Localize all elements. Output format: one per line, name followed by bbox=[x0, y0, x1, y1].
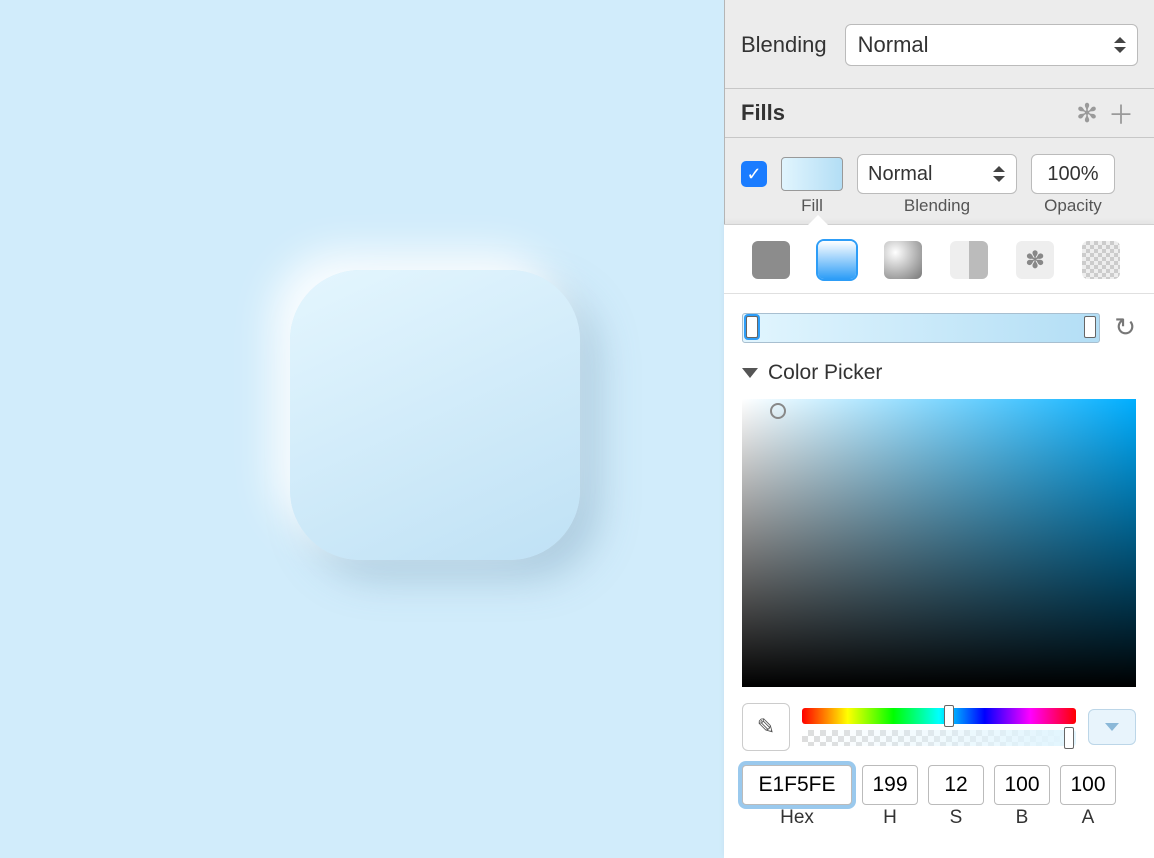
sublabel-blending: Blending bbox=[857, 196, 1017, 216]
gradient-stop-right[interactable] bbox=[1084, 316, 1096, 338]
blending-label: Blending bbox=[741, 32, 827, 58]
sublabel-fill: Fill bbox=[781, 196, 843, 216]
neumorphic-shape[interactable] bbox=[290, 270, 580, 560]
plus-icon[interactable]: ＋ bbox=[1104, 95, 1138, 132]
fills-title: Fills bbox=[741, 100, 1070, 126]
gradient-bar[interactable] bbox=[742, 313, 1100, 343]
blending-row: Blending Normal bbox=[725, 0, 1154, 88]
select-stepper-icon bbox=[1113, 33, 1127, 57]
alpha-slider[interactable] bbox=[802, 730, 1076, 746]
brightness-input[interactable]: 100 bbox=[994, 765, 1050, 805]
color-value-inputs: E1F5FE 199 12 100 100 bbox=[724, 751, 1154, 805]
fill-blend-value: Normal bbox=[868, 163, 932, 186]
fill-opacity-value: 100% bbox=[1047, 163, 1098, 186]
color-picker-header[interactable]: Color Picker bbox=[724, 351, 1154, 395]
fill-type-radial-icon[interactable] bbox=[884, 241, 922, 279]
rotate-gradient-icon[interactable]: ↻ bbox=[1114, 312, 1136, 343]
blending-select-value: Normal bbox=[858, 32, 929, 58]
gradient-stop-left[interactable] bbox=[746, 316, 758, 338]
fill-blend-select[interactable]: Normal bbox=[857, 154, 1017, 194]
blending-select[interactable]: Normal bbox=[845, 24, 1138, 66]
design-canvas[interactable] bbox=[0, 0, 724, 858]
color-value-labels: Hex H S B A bbox=[724, 805, 1154, 829]
fill-type-image-icon[interactable]: ✽ bbox=[1016, 241, 1054, 279]
fill-type-linear-icon[interactable] bbox=[818, 241, 856, 279]
fill-type-noise-icon[interactable] bbox=[1082, 241, 1120, 279]
hue-input[interactable]: 199 bbox=[862, 765, 918, 805]
alpha-slider-handle[interactable] bbox=[1064, 727, 1074, 749]
chevron-down-icon bbox=[1105, 723, 1119, 731]
sublabel-opacity: Opacity bbox=[1031, 196, 1115, 216]
fill-entry-row: ✓ Normal 100% bbox=[725, 138, 1154, 194]
fill-opacity-input[interactable]: 100% bbox=[1031, 154, 1115, 194]
hue-slider[interactable] bbox=[802, 708, 1076, 724]
s-label: S bbox=[928, 807, 984, 829]
alpha-input[interactable]: 100 bbox=[1060, 765, 1116, 805]
disclosure-triangle-icon bbox=[742, 368, 758, 378]
fills-section-header: Fills ✻ ＋ bbox=[725, 88, 1154, 138]
color-cursor[interactable] bbox=[770, 403, 786, 419]
hex-input[interactable]: E1F5FE bbox=[742, 765, 852, 805]
fill-sublabels: Fill Blending Opacity bbox=[725, 194, 1154, 216]
hex-label: Hex bbox=[742, 807, 852, 829]
fill-enabled-checkbox[interactable]: ✓ bbox=[741, 161, 767, 187]
select-stepper-icon bbox=[992, 162, 1006, 186]
saturation-input[interactable]: 12 bbox=[928, 765, 984, 805]
saturation-brightness-box[interactable] bbox=[742, 399, 1136, 687]
color-popover: ✽ ↻ Color Picker ✎ E1F5FE bbox=[724, 224, 1154, 858]
eyedropper-button[interactable]: ✎ bbox=[742, 703, 790, 751]
slider-row: ✎ bbox=[724, 697, 1154, 751]
gear-icon[interactable]: ✻ bbox=[1070, 98, 1104, 129]
h-label: H bbox=[862, 807, 918, 829]
fill-type-angular-icon[interactable] bbox=[950, 241, 988, 279]
b-label: B bbox=[994, 807, 1050, 829]
hue-slider-handle[interactable] bbox=[944, 705, 954, 727]
a-label: A bbox=[1060, 807, 1116, 829]
gradient-bar-row: ↻ bbox=[724, 294, 1154, 351]
fill-color-swatch[interactable] bbox=[781, 157, 843, 191]
color-picker-title: Color Picker bbox=[768, 361, 882, 385]
expand-swatches-button[interactable] bbox=[1088, 709, 1136, 745]
eyedropper-icon: ✎ bbox=[757, 714, 775, 740]
fill-type-solid-icon[interactable] bbox=[752, 241, 790, 279]
fill-type-row: ✽ bbox=[724, 225, 1154, 294]
